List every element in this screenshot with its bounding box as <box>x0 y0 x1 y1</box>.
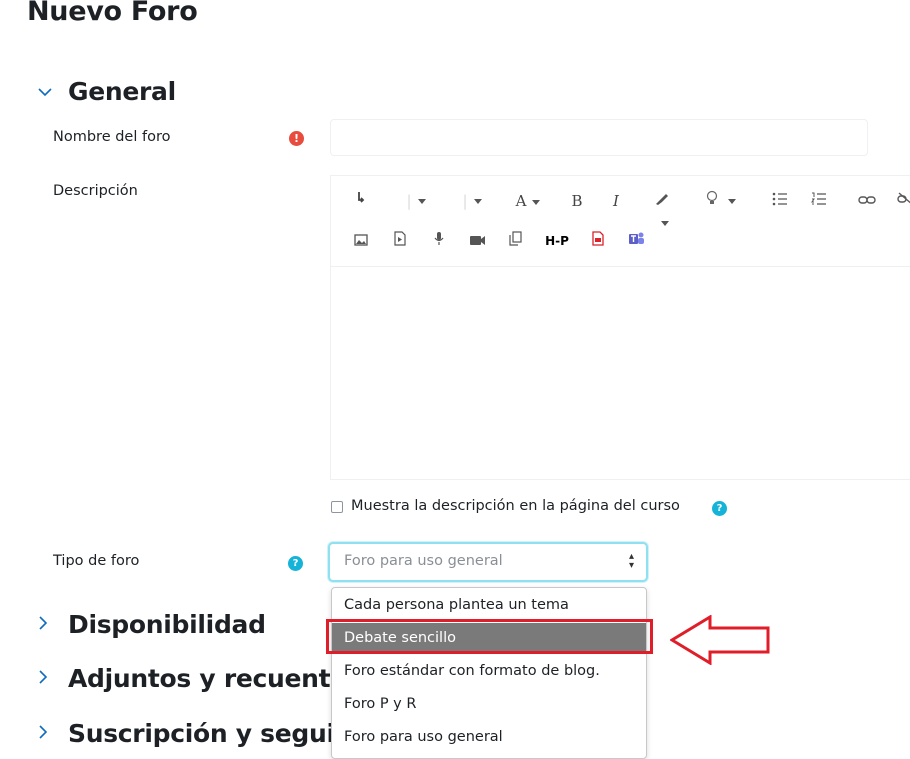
section-title-adjuntos: Adjuntos y recuent <box>68 664 331 693</box>
help-icon[interactable]: ? <box>288 556 303 571</box>
forum-name-label: Nombre del foro <box>53 129 171 145</box>
forum-type-label: Tipo de foro <box>53 553 140 569</box>
show-description-checkbox[interactable] <box>331 501 343 513</box>
select-arrows-icon: ▴ ▾ <box>628 551 634 571</box>
section-general-header[interactable]: General <box>38 77 176 106</box>
media-icon[interactable] <box>392 230 408 252</box>
chevron-right-icon <box>38 668 68 689</box>
dropdown-option[interactable]: Foro para uso general <box>332 722 646 752</box>
page-title: Nuevo Foro <box>27 0 198 27</box>
section-title-general: General <box>68 77 176 106</box>
bulleted-list-icon[interactable] <box>771 190 789 212</box>
section-disponibilidad-header[interactable]: Disponibilidad <box>38 610 266 639</box>
highlight-box <box>326 619 653 654</box>
editor-content-area[interactable] <box>331 268 910 478</box>
pdf-icon[interactable] <box>590 230 606 252</box>
section-adjuntos-header[interactable]: Adjuntos y recuent <box>38 664 331 693</box>
numbered-list-icon[interactable] <box>810 190 828 212</box>
unlink-icon[interactable] <box>897 190 910 212</box>
italic-icon[interactable]: I <box>608 190 624 212</box>
description-label: Descripción <box>53 183 138 199</box>
highlight-icon[interactable] <box>645 190 679 212</box>
left-arrow-icon <box>670 615 770 665</box>
font-size-icon[interactable]: | <box>457 190 487 212</box>
forum-type-dropdown[interactable]: Cada persona plantea un tema Debate senc… <box>331 587 647 759</box>
forum-type-selected-value: Foro para uso general <box>344 553 503 569</box>
lightbulb-icon[interactable] <box>704 190 738 212</box>
exclamation-icon: ! <box>289 131 304 146</box>
microphone-icon[interactable] <box>431 230 447 252</box>
link-icon[interactable] <box>858 190 876 212</box>
chevron-right-icon <box>38 723 68 744</box>
forum-name-input[interactable] <box>330 119 868 156</box>
video-icon[interactable] <box>468 230 486 252</box>
dropdown-option[interactable]: Cada persona plantea un tema <box>332 590 646 620</box>
expand-icon[interactable] <box>353 190 369 212</box>
section-suscripcion-header[interactable]: Suscripción y segui <box>38 719 335 748</box>
description-editor[interactable]: | | A B I H-P <box>330 175 910 480</box>
paragraph-style-icon[interactable]: | <box>401 190 431 212</box>
image-icon[interactable] <box>353 230 369 252</box>
bold-icon[interactable]: B <box>569 190 585 212</box>
section-title-disponibilidad: Disponibilidad <box>68 610 266 639</box>
chevron-down-icon <box>38 81 68 102</box>
dropdown-option[interactable]: Foro P y R <box>332 689 646 719</box>
show-description-label: Muestra la descripción en la página del … <box>351 498 680 514</box>
chevron-right-icon <box>38 614 68 635</box>
dropdown-option[interactable]: Foro estándar con formato de blog. <box>332 656 646 686</box>
help-icon[interactable]: ? <box>712 501 727 516</box>
font-color-icon[interactable]: A <box>511 190 545 212</box>
copy-icon[interactable] <box>507 230 523 252</box>
h5p-icon[interactable]: H-P <box>543 230 571 252</box>
toolbar-divider <box>331 266 910 267</box>
forum-type-select[interactable]: Foro para uso general ▴ ▾ <box>328 542 648 582</box>
teams-icon[interactable] <box>627 230 645 252</box>
section-title-suscripcion: Suscripción y segui <box>68 719 335 748</box>
